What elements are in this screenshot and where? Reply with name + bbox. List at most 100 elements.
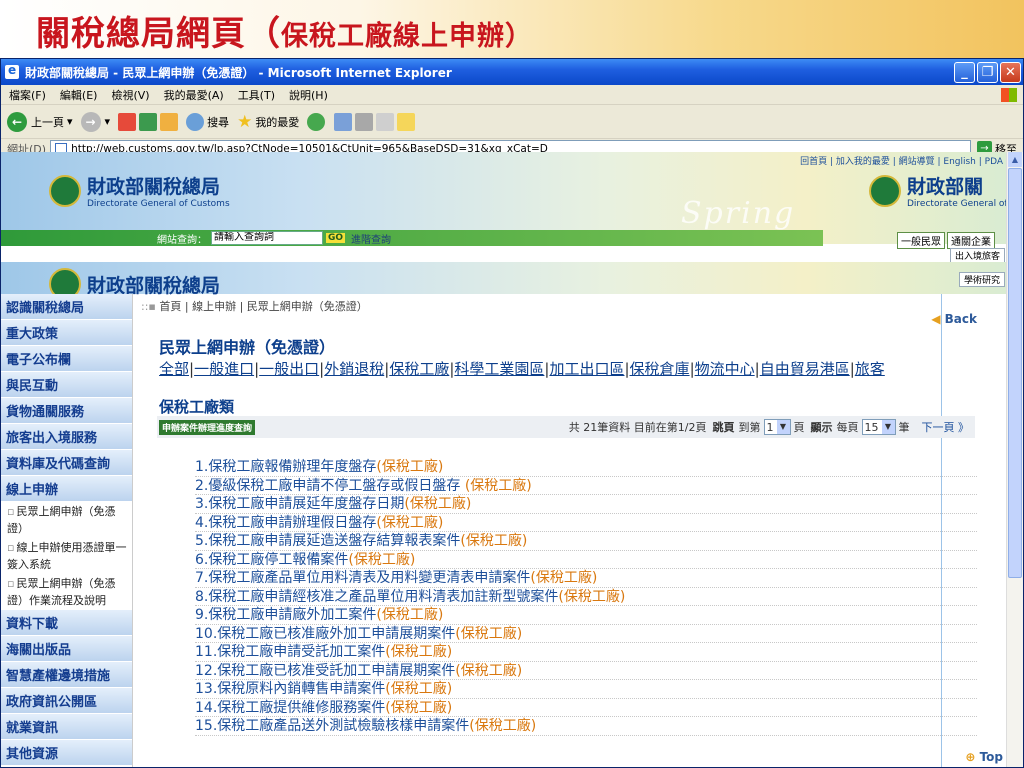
favorites-button[interactable]: ★ 我的最愛	[237, 112, 299, 132]
breadcrumb: ::▪ 首頁 | 線上申辦 | 民眾上網申辦（免憑證）	[141, 298, 368, 314]
nav-gov-info[interactable]: 政府資訊公開區	[1, 688, 132, 714]
edit-icon[interactable]	[376, 112, 395, 131]
jump-label: 跳頁	[712, 421, 735, 434]
stop-icon[interactable]	[118, 112, 137, 131]
nav-ipr[interactable]: 智慧產權邊境措施	[1, 662, 132, 688]
tab-enterprise[interactable]: 通關企業	[947, 232, 995, 249]
list-item[interactable]: 4.保稅工廠申請辦理假日盤存(保稅工廠)	[195, 514, 977, 532]
top-arrow-icon: ⊕	[965, 750, 976, 764]
category-general-import[interactable]: 一般進口	[194, 360, 254, 378]
vertical-scrollbar[interactable]: ▲	[1006, 152, 1023, 767]
mail-icon[interactable]	[334, 112, 353, 131]
category-general-export[interactable]: 一般出口	[259, 360, 319, 378]
breadcrumb-text[interactable]: 首頁 | 線上申辦 | 民眾上網申辦（免憑證）	[159, 300, 367, 313]
list-item[interactable]: 10.保稅工廠已核准廠外加工申請展期案件(保稅工廠)	[195, 625, 977, 643]
messenger-icon[interactable]	[397, 112, 416, 131]
list-item[interactable]: 6.保稅工廠停工報備案件(保稅工廠)	[195, 551, 977, 569]
menu-help[interactable]: 說明(H)	[289, 87, 328, 103]
menu-favorites[interactable]: 我的最愛(A)	[164, 87, 224, 103]
site-banner-repeat: 財政部關稅總局 學術研究	[1, 262, 1007, 300]
forward-button[interactable]: → ▾	[80, 111, 110, 132]
nav-cargo[interactable]: 貨物通關服務	[1, 398, 132, 424]
nav-sub-online-apply[interactable]: 民眾上網申辦（免憑證）	[1, 502, 132, 538]
site-search-go-button[interactable]: GO	[326, 233, 346, 243]
category-all[interactable]: 全部	[159, 360, 189, 378]
search-icon	[186, 112, 205, 131]
nav-sub-flow[interactable]: 民眾上網申辦（免憑證）作業流程及說明	[1, 574, 132, 610]
nav-about[interactable]: 認識關稅總局	[1, 294, 132, 320]
nav-jobs[interactable]: 就業資訊	[1, 714, 132, 740]
advanced-search-link[interactable]: 進階查詢	[351, 231, 391, 246]
top-link[interactable]: ⊕ Top	[965, 750, 1003, 764]
list-item[interactable]: 12.保稅工廠已核准受託加工申請展期案件(保稅工廠)	[195, 662, 977, 680]
nav-database[interactable]: 資料庫及代碼查詢	[1, 450, 132, 476]
nav-publications[interactable]: 海關出版品	[1, 636, 132, 662]
restore-icon[interactable]: ❐	[977, 61, 998, 83]
list-item[interactable]: 8.保稅工廠申請經核准之產品單位用料清表加註新型號案件(保稅工廠)	[195, 588, 977, 606]
tab-general-public[interactable]: 一般民眾	[897, 232, 945, 249]
site-logo[interactable]: 財政部關稅總局 Directorate General of Customs	[49, 172, 230, 209]
per-label: 每頁	[836, 421, 859, 434]
nav-interaction[interactable]: 與民互動	[1, 372, 132, 398]
menu-edit[interactable]: 編輯(E)	[60, 87, 98, 103]
nav-other[interactable]: 其他資源	[1, 740, 132, 766]
next-page-link[interactable]: 下一頁 》	[922, 419, 970, 435]
category-travelers[interactable]: 旅客	[855, 360, 885, 378]
nav-online[interactable]: 線上申辦	[1, 476, 132, 502]
close-icon[interactable]: ✕	[1000, 61, 1021, 83]
search-label: 搜尋	[207, 115, 230, 129]
nav-sub-certificate[interactable]: 線上申辦使用憑證單一簽入系統	[1, 538, 132, 574]
list-item[interactable]: 5.保稅工廠申請展延造送盤存結算報表案件(保稅工廠)	[195, 532, 977, 551]
progress-query-button[interactable]: 申辦案件辦理進度查詢	[159, 419, 256, 435]
list-item[interactable]: 2.優級保稅工廠申請不停工盤存或假日盤存 (保稅工廠)	[195, 477, 977, 495]
per-page-select[interactable]: 15 ▼	[861, 419, 896, 435]
top-links[interactable]: 回首頁 | 加入我的最愛 | 網站導覽 | English | PDA	[800, 154, 1003, 167]
site-search-label: 網站查詢：	[157, 234, 207, 246]
list-item[interactable]: 14.保稅工廠提供維修服務案件(保稅工廠)	[195, 699, 977, 717]
minimize-icon[interactable]: _	[954, 61, 975, 83]
scrollbar-thumb[interactable]	[1008, 168, 1022, 578]
scroll-up-icon[interactable]: ▲	[1008, 152, 1022, 167]
menu-tools[interactable]: 工具(T)	[238, 87, 275, 103]
menu-file[interactable]: 檔案(F)	[9, 87, 46, 103]
page-select[interactable]: 1 ▼	[763, 419, 791, 435]
menu-view[interactable]: 檢視(V)	[111, 87, 149, 103]
menu-bar: 檔案(F) 編輯(E) 檢視(V) 我的最愛(A) 工具(T) 說明(H)	[1, 85, 1023, 105]
back-link[interactable]: ◀ Back	[931, 312, 977, 326]
list-item[interactable]: 11.保稅工廠申請受託加工案件(保稅工廠)	[195, 643, 977, 662]
category-epz[interactable]: 加工出口區	[549, 360, 624, 378]
print-icon[interactable]	[355, 112, 374, 131]
pager-bar: 申辦案件辦理進度查詢 共 21筆資料 目前在第1/2頁 跳頁 到第 1 ▼ 頁 顯…	[157, 416, 975, 438]
category-links: 全部|一般進口|一般出口|外銷退稅|保稅工廠|科學工業園區|加工出口區|保稅倉庫…	[159, 360, 885, 378]
list-item[interactable]: 1.保稅工廠報備辦理年度盤存(保稅工廠)	[195, 458, 977, 477]
history-icon[interactable]	[307, 112, 326, 131]
category-bonded-warehouse[interactable]: 保稅倉庫	[630, 360, 690, 378]
chevron-down-icon: ▼	[776, 420, 790, 434]
category-ftz[interactable]: 自由貿易港區	[760, 360, 850, 378]
nav-download[interactable]: 資料下載	[1, 610, 132, 636]
nav-travelers[interactable]: 旅客出入境服務	[1, 424, 132, 450]
category-science-park[interactable]: 科學工業園區	[454, 360, 544, 378]
category-bonded-factory[interactable]: 保稅工廠	[389, 360, 449, 378]
search-button[interactable]: 搜尋	[186, 112, 230, 131]
logo-cn: 財政部關稅總局	[87, 176, 221, 198]
list-item[interactable]: 13.保稅原料內銷轉售申請案件(保稅工廠)	[195, 680, 977, 699]
nav-bulletin[interactable]: 電子公布欄	[1, 346, 132, 372]
refresh-icon[interactable]	[139, 112, 158, 131]
list-item[interactable]: 7.保稅工廠產品單位用料清表及用料變更清表申請案件(保稅工廠)	[195, 569, 977, 588]
category-logistics[interactable]: 物流中心	[695, 360, 755, 378]
list-item[interactable]: 3.保稅工廠申請展延年度盤存日期(保稅工廠)	[195, 495, 977, 514]
to-label: 到第	[738, 421, 761, 434]
tab-research[interactable]: 學術研究	[958, 272, 1005, 287]
top-label: Top	[979, 750, 1003, 764]
list-item[interactable]: 9.保稅工廠申請廠外加工案件(保稅工廠)	[195, 606, 977, 625]
site-search-input[interactable]: 請輸入查詢詞	[211, 231, 323, 245]
category-export-refund[interactable]: 外銷退稅	[324, 360, 384, 378]
list-item[interactable]: 15.保稅工廠產品送外測試檢驗核樣申請案件(保稅工廠)	[195, 717, 977, 736]
nav-policy[interactable]: 重大政策	[1, 320, 132, 346]
back-button[interactable]: ← 上一頁 ▾	[7, 111, 73, 132]
ie-icon	[5, 63, 19, 79]
home-icon[interactable]	[160, 112, 179, 131]
window-titlebar[interactable]: 財政部關稅總局 - 民眾上網申辦（免憑證） - Microsoft Intern…	[1, 59, 1023, 85]
tab-travelers[interactable]: 出入境旅客	[949, 248, 1005, 263]
